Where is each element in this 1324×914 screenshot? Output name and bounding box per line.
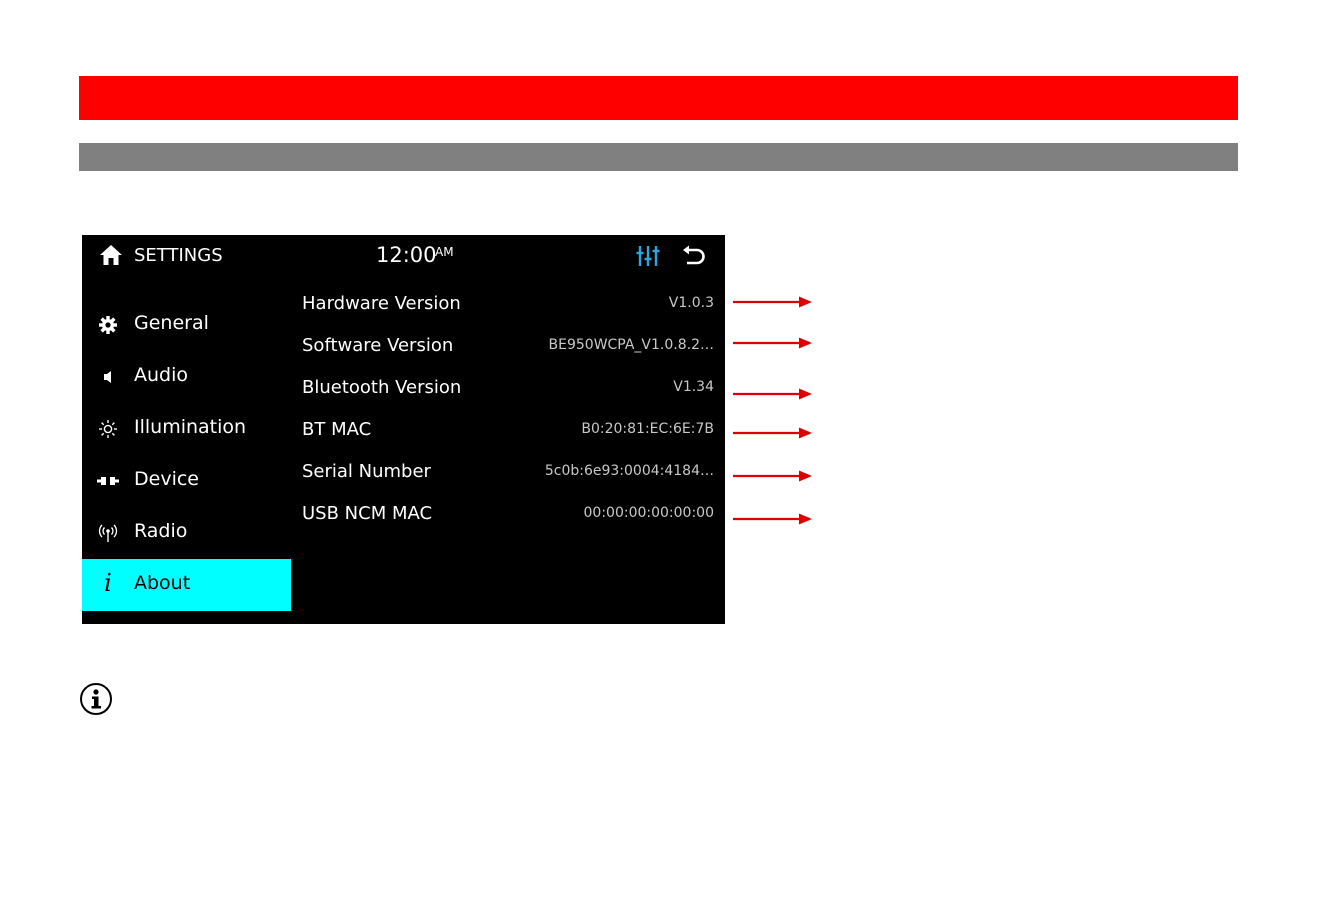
speaker-icon: [104, 371, 111, 383]
gear-icon: [99, 316, 117, 334]
sun-icon: [99, 420, 117, 438]
section-bar: [79, 143, 1238, 171]
callout-arrow-icon: [733, 388, 812, 400]
callout-arrow-icon: [733, 470, 812, 482]
sidebar-item-audio[interactable]: Audio: [82, 351, 291, 403]
sidebar-item-label: Radio: [134, 520, 188, 542]
row-value: 5c0b:6e93:0004:4184…: [544, 463, 714, 479]
equalizer-icon[interactable]: [635, 244, 661, 268]
sidebar-item-about[interactable]: i About: [82, 559, 291, 611]
row-value: 00:00:00:00:00:00: [583, 505, 714, 521]
clock-ampm: AM: [435, 245, 454, 259]
sidebar-item-general[interactable]: General: [82, 299, 291, 351]
row-label: Bluetooth Version: [302, 377, 462, 398]
row-value: V1.0.3: [668, 295, 714, 311]
back-icon[interactable]: [681, 244, 707, 268]
row-value: V1.34: [673, 379, 714, 395]
status-bar: SETTINGS 12:00 AM: [82, 235, 725, 279]
device-icon: [97, 477, 119, 485]
sidebar-item-device[interactable]: Device: [82, 455, 291, 507]
callout-arrow-icon: [733, 337, 812, 349]
list-item: Bluetooth Version V1.34: [302, 374, 714, 416]
page-title: SETTINGS: [134, 245, 223, 266]
row-value: B0:20:81:EC:6E:7B: [581, 421, 714, 437]
title-banner: [79, 76, 1238, 120]
info-icon: i: [104, 569, 112, 597]
list-item: USB NCM MAC 00:00:00:00:00:00: [302, 500, 714, 542]
info-note-icon: [80, 683, 112, 715]
home-icon[interactable]: [99, 244, 123, 266]
list-item: BT MAC B0:20:81:EC:6E:7B: [302, 416, 714, 458]
row-label: Serial Number: [302, 461, 431, 482]
about-list: Hardware Version V1.0.3 Software Version…: [302, 290, 714, 542]
head-unit-screen: SETTINGS 12:00 AM General Audio Illumina…: [82, 235, 725, 624]
callout-arrow-icon: [733, 513, 812, 525]
sidebar-item-label: Audio: [134, 364, 189, 386]
sidebar-item-illumination[interactable]: Illumination: [82, 403, 291, 455]
callout-arrow-icon: [733, 296, 812, 308]
sidebar-item-label: About: [134, 572, 191, 594]
row-label: Software Version: [302, 335, 454, 356]
row-label: Hardware Version: [302, 293, 461, 314]
callout-arrow-icon: [733, 427, 812, 439]
clock: 12:00: [376, 243, 437, 267]
settings-sidebar: General Audio Illumination Device Radio …: [82, 299, 291, 611]
row-value: BE950WCPA_V1.0.8.2…: [548, 337, 714, 353]
radio-icon: [98, 524, 118, 542]
list-item: Hardware Version V1.0.3: [302, 290, 714, 332]
sidebar-item-label: Device: [134, 468, 199, 490]
sidebar-item-radio[interactable]: Radio: [82, 507, 291, 559]
sidebar-item-label: General: [134, 312, 209, 334]
list-item: Software Version BE950WCPA_V1.0.8.2…: [302, 332, 714, 374]
row-label: USB NCM MAC: [302, 503, 433, 524]
list-item: Serial Number 5c0b:6e93:0004:4184…: [302, 458, 714, 500]
sidebar-item-label: Illumination: [134, 416, 247, 438]
row-label: BT MAC: [302, 419, 372, 440]
